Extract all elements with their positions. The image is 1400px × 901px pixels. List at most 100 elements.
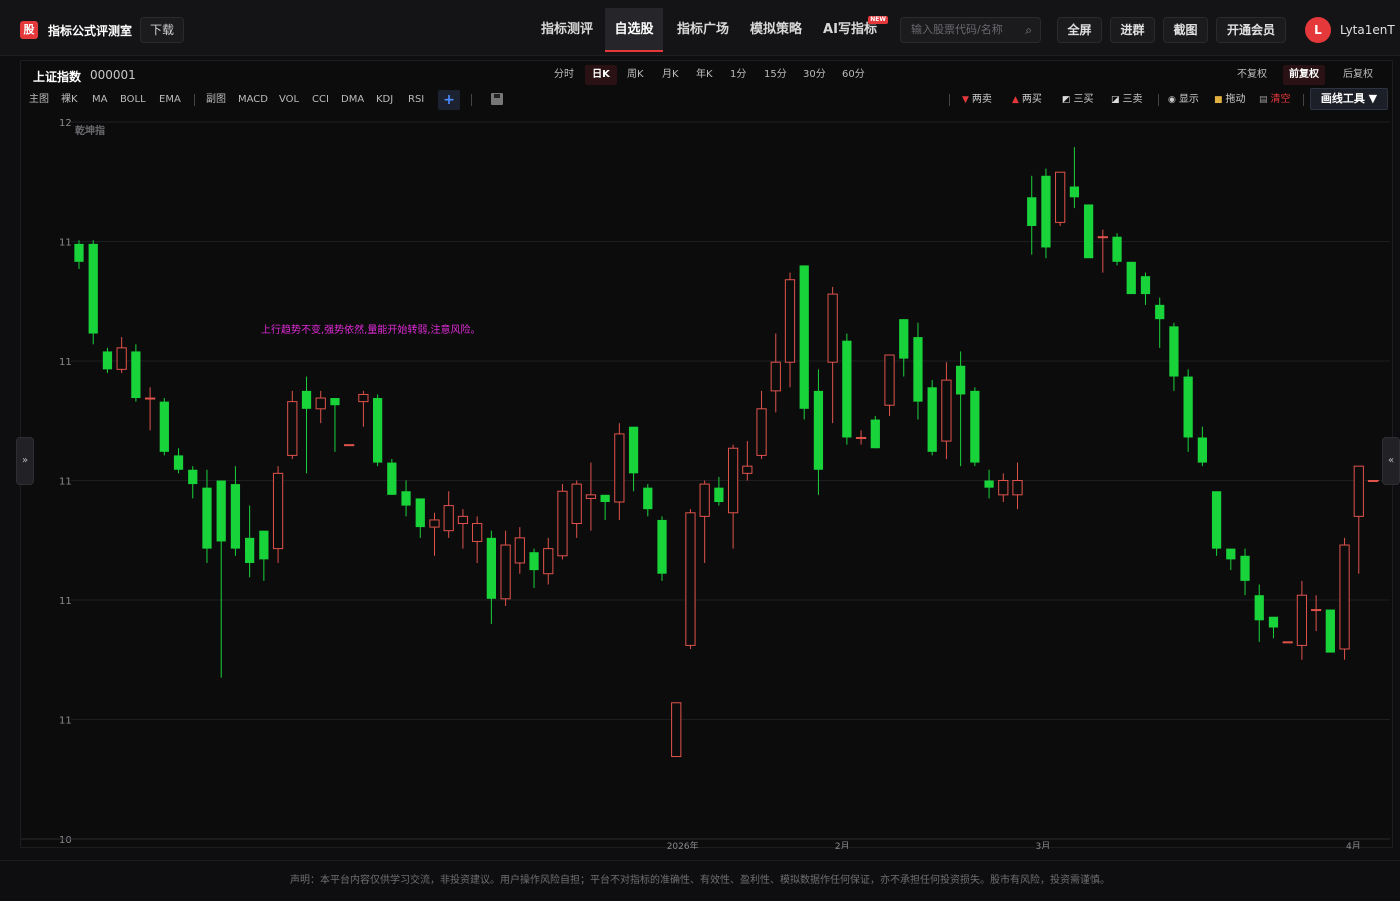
candle-body bbox=[1027, 197, 1037, 226]
candle-body bbox=[614, 433, 625, 503]
candle-body bbox=[657, 519, 667, 574]
candle-body bbox=[173, 455, 184, 470]
candle-body bbox=[1097, 236, 1108, 239]
candle-body bbox=[514, 537, 525, 564]
y-tick-label: 10 bbox=[59, 835, 72, 846]
candle-body bbox=[486, 537, 496, 599]
indicator-vol[interactable]: VOL bbox=[279, 92, 299, 108]
add-indicator-button[interactable]: + bbox=[438, 90, 460, 110]
indicator-cci[interactable]: CCI bbox=[312, 92, 329, 108]
candle-body bbox=[1325, 609, 1335, 653]
candle-body bbox=[415, 498, 425, 528]
candle-body bbox=[1197, 437, 1207, 463]
candle-body bbox=[784, 279, 796, 363]
indicator-boll[interactable]: BOLL bbox=[120, 92, 146, 108]
vip-button[interactable]: 开通会员 bbox=[1216, 17, 1286, 43]
period-weekly[interactable]: 周K bbox=[623, 65, 648, 85]
signal-sell2[interactable]: ▼ 两卖 bbox=[962, 92, 992, 108]
candle-body bbox=[500, 544, 511, 600]
search-icon[interactable]: ⌕ bbox=[1025, 18, 1032, 42]
candle-body bbox=[1112, 236, 1122, 262]
signal-buy3-label: 三买 bbox=[1073, 94, 1094, 105]
candle-body bbox=[927, 387, 937, 452]
show-label: 显示 bbox=[1178, 94, 1199, 105]
candle-body bbox=[899, 319, 909, 359]
indicator-macd[interactable]: MACD bbox=[238, 92, 268, 108]
search-input[interactable]: 输入股票代码/名称 ⌕ bbox=[900, 17, 1041, 43]
signal-sell3[interactable]: ◪ 三卖 bbox=[1111, 92, 1143, 108]
candle-body bbox=[88, 243, 98, 334]
fullscreen-button[interactable]: 全屏 bbox=[1057, 17, 1102, 43]
signal-buy3[interactable]: ◩ 三买 bbox=[1062, 92, 1094, 108]
candle-body bbox=[216, 480, 226, 542]
draw-tools-dropdown[interactable]: 画线工具 ▼ bbox=[1310, 88, 1388, 110]
signal-buy2[interactable]: ▲ 两买 bbox=[1012, 92, 1042, 108]
show-toggle[interactable]: ◉ 显示 bbox=[1168, 92, 1199, 108]
avatar[interactable]: L bbox=[1305, 17, 1331, 43]
candle-body bbox=[543, 548, 554, 575]
clear-button[interactable]: ▤ 清空 bbox=[1259, 92, 1291, 108]
period-1min[interactable]: 1分 bbox=[726, 65, 750, 85]
period-yearly[interactable]: 年K bbox=[692, 65, 717, 85]
candle-body bbox=[1183, 376, 1193, 438]
candle-body bbox=[1083, 204, 1094, 259]
app-title[interactable]: 指标公式评测室 bbox=[48, 22, 132, 39]
candlestick-chart[interactable]: 12 11 11 11 11 11 10 乾坤指上行趋势不变,强势依然,量能开始转弱,注意风险… bbox=[21, 114, 1392, 849]
candle-body bbox=[102, 351, 113, 370]
candle-body bbox=[1041, 175, 1051, 248]
period-intraday[interactable]: 分时 bbox=[550, 65, 578, 85]
indicator-dma[interactable]: DMA bbox=[341, 92, 364, 108]
candle-body bbox=[699, 483, 710, 517]
indicator-ema[interactable]: EMA bbox=[159, 92, 181, 108]
top-bar: 股 指标公式评测室 下载 指标测评 自选股 指标广场 模拟策略 AI写指标 NE… bbox=[0, 0, 1400, 56]
chart-annotation: 上行趋势不变,强势依然,量能开始转弱,注意风险。 bbox=[261, 323, 481, 336]
candle-body bbox=[727, 447, 739, 514]
collapse-left-arrow-icon[interactable]: » bbox=[16, 437, 34, 485]
y-tick-label: 11 bbox=[59, 477, 72, 488]
adj-backward[interactable]: 后复权 bbox=[1337, 65, 1379, 85]
candle-body bbox=[315, 397, 326, 410]
candle-body bbox=[884, 354, 895, 406]
nav-simulated-strategy[interactable]: 模拟策略 bbox=[743, 8, 809, 52]
indicator-bare-k[interactable]: 裸K bbox=[61, 92, 78, 108]
candle-body bbox=[600, 494, 610, 503]
nav-indicator-review[interactable]: 指标测评 bbox=[532, 8, 602, 52]
candle-body bbox=[188, 469, 198, 485]
period-30min[interactable]: 30分 bbox=[799, 65, 830, 85]
divider bbox=[1158, 94, 1159, 106]
nav-watchlist[interactable]: 自选股 bbox=[605, 8, 663, 52]
candle-body bbox=[287, 401, 298, 456]
indicator-kdj[interactable]: KDJ bbox=[376, 92, 393, 108]
collapse-right-arrow-icon[interactable]: « bbox=[1382, 437, 1400, 485]
candle-body bbox=[443, 505, 454, 532]
candle-body bbox=[628, 426, 639, 474]
divider bbox=[949, 94, 950, 106]
candle-body bbox=[756, 408, 767, 456]
candle-body bbox=[1055, 171, 1066, 223]
indicator-rsi[interactable]: RSI bbox=[408, 92, 424, 108]
candle-body bbox=[1169, 326, 1179, 377]
adj-forward[interactable]: 前复权 bbox=[1283, 65, 1325, 85]
join-group-button[interactable]: 进群 bbox=[1110, 17, 1155, 43]
candle-body bbox=[529, 552, 539, 571]
drag-toggle[interactable]: ■ 拖动 bbox=[1214, 92, 1246, 108]
download-button[interactable]: 下载 bbox=[140, 17, 184, 43]
period-60min[interactable]: 60分 bbox=[838, 65, 869, 85]
save-icon[interactable] bbox=[491, 93, 503, 105]
period-monthly[interactable]: 月K bbox=[658, 65, 683, 85]
screenshot-button[interactable]: 截图 bbox=[1163, 17, 1208, 43]
candle-body bbox=[372, 398, 383, 463]
nav-indicator-plaza[interactable]: 指标广场 bbox=[668, 8, 738, 52]
period-daily[interactable]: 日K bbox=[585, 65, 617, 85]
period-15min[interactable]: 15分 bbox=[760, 65, 791, 85]
adj-none[interactable]: 不复权 bbox=[1231, 65, 1273, 85]
candle-body bbox=[1126, 261, 1136, 295]
username[interactable]: Lyta1enT bbox=[1340, 23, 1395, 37]
candle-body bbox=[671, 702, 682, 758]
candle-body bbox=[1282, 641, 1293, 644]
candle-body bbox=[1155, 304, 1165, 320]
indicator-ma[interactable]: MA bbox=[92, 92, 107, 108]
symbol-name: 上证指数 bbox=[33, 70, 82, 84]
signal-sell2-label: 两卖 bbox=[971, 94, 992, 105]
nav-ai-indicator[interactable]: AI写指标 NEW bbox=[818, 8, 888, 52]
